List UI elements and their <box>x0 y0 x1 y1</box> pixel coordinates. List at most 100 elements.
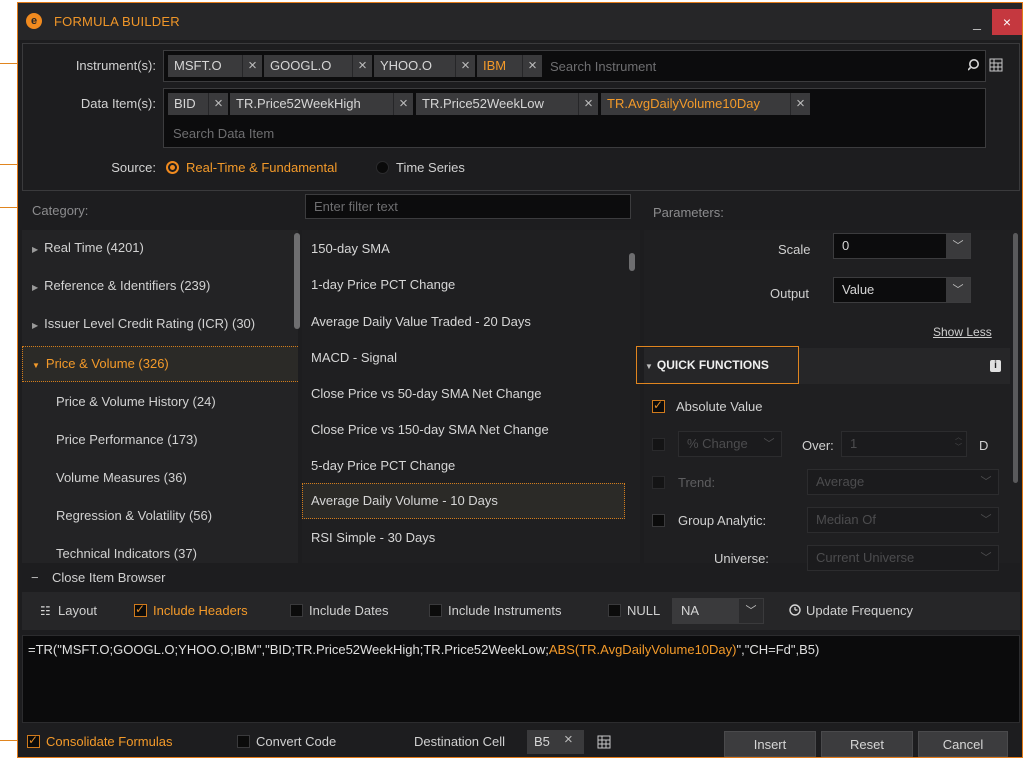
cell-picker-icon[interactable] <box>597 735 611 749</box>
scale-value: 0 <box>842 238 850 253</box>
remove-chip-icon[interactable]: × <box>790 93 810 115</box>
output-value: Value <box>842 282 875 297</box>
source-radio-timeseries[interactable] <box>376 161 389 174</box>
universe-value: Current Universe <box>816 550 915 565</box>
remove-destination-icon[interactable]: × <box>564 731 573 748</box>
quick-functions-toggle[interactable]: ▼ QUICK FUNCTIONS <box>636 346 799 384</box>
include-headers-checkbox[interactable] <box>134 602 147 617</box>
consolidate-formulas-label[interactable]: Consolidate Formulas <box>46 734 172 749</box>
instrument-chip: YHOO.O <box>374 55 455 77</box>
category-item-technical[interactable]: Technical Indicators (37) <box>22 536 298 563</box>
category-item-price-performance[interactable]: Price Performance (173) <box>22 422 298 458</box>
data-item-chip: TR.Price52WeekHigh <box>230 93 393 115</box>
destination-cell-chip[interactable]: B5 × <box>527 730 584 754</box>
include-dates-label[interactable]: Include Dates <box>309 603 389 618</box>
layout-icon[interactable]: ☷ <box>40 604 51 618</box>
group-analytic-checkbox[interactable] <box>652 514 665 527</box>
update-frequency-button[interactable]: Update Frequency <box>806 603 913 618</box>
trend-checkbox[interactable] <box>652 476 665 489</box>
formula-text-end: ","CH=Fd",B5) <box>736 642 820 657</box>
remove-chip-icon[interactable]: × <box>208 93 228 115</box>
info-icon[interactable]: i <box>990 360 1001 372</box>
close-item-browser-button[interactable]: Close Item Browser <box>52 570 165 585</box>
null-value-select[interactable]: NA ﹀ <box>672 598 764 624</box>
chevron-down-icon: ﹀ <box>980 476 992 488</box>
include-instruments-label[interactable]: Include Instruments <box>448 603 561 618</box>
category-scrollbar[interactable] <box>294 233 300 329</box>
destination-cell-label: Destination Cell <box>414 734 506 749</box>
category-item-real-time[interactable]: ▶ Real Time (4201) <box>22 230 298 266</box>
data-item-chip: TR.AvgDailyVolume10Day <box>601 93 790 115</box>
instrument-chip: IBM <box>477 55 522 77</box>
category-item-price-volume[interactable]: ▼ Price & Volume (326) <box>22 346 298 382</box>
data-item-row[interactable]: 5-day Price PCT Change <box>302 448 625 484</box>
category-item-credit-rating[interactable]: ▶ Issuer Level Credit Rating (ICR) (30) <box>22 306 298 342</box>
category-item-regression[interactable]: Regression & Volatility (56) <box>22 498 298 534</box>
data-item-row[interactable]: RSI Simple - 30 Days <box>302 520 625 556</box>
source-option-realtime-label[interactable]: Real-Time & Fundamental <box>186 160 337 175</box>
data-items-label: Data Item(s): <box>80 96 156 111</box>
include-instruments-checkbox[interactable] <box>429 604 442 617</box>
instrument-picker-icon[interactable] <box>989 58 1003 72</box>
chevron-down-icon: ﹀ <box>946 278 970 302</box>
output-select[interactable]: Value ﹀ <box>833 277 971 303</box>
output-label: Output <box>770 286 810 301</box>
pct-change-select: % Change ﹀ <box>678 431 782 457</box>
formula-editor[interactable]: =TR("MSFT.O;GOOGL.O;YHOO.O;IBM","BID;TR.… <box>22 635 1020 723</box>
parameters-label: Parameters: <box>653 205 724 220</box>
minimize-button[interactable]: _ <box>962 9 992 35</box>
show-less-link[interactable]: Show Less <box>933 325 992 339</box>
universe-label: Universe: <box>714 551 769 566</box>
destination-cell-value: B5 <box>534 734 550 749</box>
convert-code-label[interactable]: Convert Code <box>256 734 336 749</box>
source-option-timeseries-label[interactable]: Time Series <box>396 160 465 175</box>
search-data-item-input[interactable]: Search Data Item <box>173 126 274 141</box>
pct-change-checkbox[interactable] <box>652 438 665 451</box>
instrument-chip: MSFT.O <box>168 55 242 77</box>
data-item-row[interactable]: Close Price vs 50-day SMA Net Change <box>302 376 625 412</box>
search-instrument-input[interactable]: Search Instrument <box>550 59 656 74</box>
cancel-button[interactable]: Cancel <box>918 731 1008 757</box>
include-dates-checkbox[interactable] <box>290 604 303 617</box>
source-radio-realtime[interactable] <box>166 161 179 174</box>
null-checkbox[interactable] <box>608 604 621 617</box>
category-item-reference[interactable]: ▶ Reference & Identifiers (239) <box>22 268 298 304</box>
category-item-volume-measures[interactable]: Volume Measures (36) <box>22 460 298 496</box>
pct-change-value: % Change <box>687 436 748 451</box>
data-item-row-selected[interactable]: Average Daily Volume - 10 Days <box>302 483 625 519</box>
category-filter-input[interactable]: Enter filter text <box>305 194 631 219</box>
absolute-value-checkbox[interactable] <box>652 398 665 413</box>
group-analytic-select: Median Of ﹀ <box>807 507 999 533</box>
search-icon[interactable] <box>967 58 982 72</box>
layout-button[interactable]: Layout <box>58 603 97 618</box>
data-items-field[interactable]: BID × TR.Price52WeekHigh × TR.Price52Wee… <box>163 88 986 148</box>
parameters-scrollbar[interactable] <box>1013 233 1018 483</box>
data-item-row[interactable]: Average Daily Value Traded - 20 Days <box>302 304 625 340</box>
insert-button[interactable]: Insert <box>724 731 816 757</box>
remove-chip-icon[interactable]: × <box>393 93 413 115</box>
data-item-row[interactable]: 150-day SMA <box>302 231 625 267</box>
instruments-field[interactable]: MSFT.O × GOOGL.O × YHOO.O × IBM × Search… <box>163 50 986 82</box>
convert-code-checkbox[interactable] <box>237 735 250 748</box>
reset-button[interactable]: Reset <box>821 731 913 757</box>
close-button[interactable]: × <box>992 9 1022 35</box>
remove-chip-icon[interactable]: × <box>242 55 262 77</box>
data-item-row[interactable]: 1-day Price PCT Change <box>302 267 625 303</box>
data-item-scrollbar[interactable] <box>629 253 635 271</box>
scale-select[interactable]: 0 ﹀ <box>833 233 971 259</box>
remove-chip-icon[interactable]: × <box>578 93 598 115</box>
data-item-row[interactable]: Close Price vs 150-day SMA Net Change <box>302 412 625 448</box>
source-label: Source: <box>111 160 156 175</box>
null-label: NULL <box>627 603 661 618</box>
remove-chip-icon[interactable]: × <box>352 55 372 77</box>
title-bar: e FORMULA BUILDER _ × <box>18 3 1022 40</box>
data-item-chip: TR.Price52WeekLow <box>416 93 578 115</box>
remove-chip-icon[interactable]: × <box>455 55 475 77</box>
remove-chip-icon[interactable]: × <box>522 55 542 77</box>
data-item-row[interactable]: MACD - Signal <box>302 340 625 376</box>
item-browser-toggle-icon[interactable]: − <box>31 570 39 585</box>
category-item-price-volume-history[interactable]: Price & Volume History (24) <box>22 384 298 420</box>
category-label-text: Real Time (4201) <box>44 240 144 255</box>
consolidate-formulas-checkbox[interactable] <box>27 733 40 748</box>
include-headers-label[interactable]: Include Headers <box>153 603 248 618</box>
